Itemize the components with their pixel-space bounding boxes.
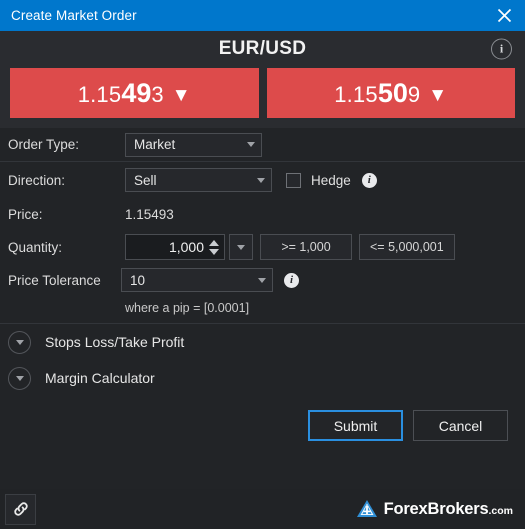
chevron-down-icon: [15, 375, 24, 381]
watermark-text: ForexBrokers.com: [384, 500, 513, 519]
hedge-label: Hedge: [311, 172, 351, 188]
hedge-checkbox[interactable]: [286, 172, 301, 188]
price-tolerance-select[interactable]: 10: [121, 268, 273, 292]
order-type-row: Order Type: Market: [0, 128, 525, 161]
chevron-down-icon: [247, 142, 255, 147]
quantity-dropdown-button[interactable]: [229, 234, 253, 260]
expand-chevron-button[interactable]: [8, 330, 31, 354]
bid-price-button[interactable]: 1.15 49 3 ▼: [10, 68, 259, 118]
pip-note: where a pip = [0.0001]: [125, 301, 250, 315]
price-tolerance-row: Price Tolerance 10 i: [0, 264, 525, 296]
hedge-checkbox-wrap[interactable]: Hedge: [286, 172, 351, 188]
quantity-label: Quantity:: [8, 239, 63, 255]
order-type-label: Order Type:: [8, 137, 80, 152]
create-market-order-dialog: Create Market Order EUR/USD i 1.15 49 3 ▼ 1…: [0, 0, 525, 529]
direction-value: Sell: [134, 172, 157, 188]
link-icon[interactable]: [5, 493, 36, 525]
section-margin-calculator[interactable]: Margin Calculator: [0, 360, 525, 396]
quantity-input[interactable]: 1,000: [125, 234, 225, 260]
price-label: Price:: [8, 206, 43, 222]
ask-prefix: 1.15: [334, 81, 378, 107]
spinner-down-icon[interactable]: [209, 248, 219, 255]
close-icon[interactable]: [492, 4, 516, 28]
watermark-tld: .com: [488, 504, 513, 517]
quantity-value: 1,000: [168, 239, 204, 255]
chevron-down-icon: [258, 277, 266, 283]
ask-suffix: 9: [407, 81, 421, 107]
hedge-info-icon[interactable]: i: [361, 172, 377, 188]
bid-pips: 49: [121, 77, 152, 108]
bid-price-text: 1.15 49 3 ▼: [78, 78, 191, 109]
price-row-field: Price: 1.15493: [0, 198, 525, 230]
bid-down-arrow-icon: ▼: [171, 84, 191, 106]
quantity-stepper[interactable]: 1,000: [125, 234, 253, 260]
section-label: Stops Loss/Take Profit: [45, 334, 185, 350]
order-type-select[interactable]: Market: [125, 132, 262, 157]
dialog-titlebar: Create Market Order: [0, 0, 525, 31]
bid-suffix: 3: [151, 81, 164, 107]
quantity-min-button[interactable]: >= 1,000: [260, 234, 352, 260]
price-tolerance-label: Price Tolerance: [8, 272, 101, 288]
ask-price-text: 1.15 50 9 ▼: [334, 78, 447, 109]
submit-button[interactable]: Submit: [308, 410, 403, 441]
info-icon[interactable]: i: [491, 38, 512, 59]
price-tolerance-value: 10: [130, 272, 146, 288]
ask-down-arrow-icon: ▼: [428, 84, 448, 106]
bottom-bar: ForexBrokers.com: [0, 489, 525, 529]
chevron-down-icon: [237, 244, 245, 250]
ask-pips: 50: [377, 77, 408, 108]
section-stops-loss-take-profit[interactable]: Stops Loss/Take Profit: [0, 324, 525, 360]
cancel-button[interactable]: Cancel: [413, 410, 508, 441]
ask-price-button[interactable]: 1.15 50 9 ▼: [266, 68, 515, 118]
order-form: Order Type: Market Direction: Sell Hedge…: [0, 128, 525, 489]
expand-chevron-button[interactable]: [8, 366, 31, 390]
bid-prefix: 1.15: [77, 81, 122, 107]
quantity-max-button[interactable]: <= 5,000,001: [359, 234, 455, 260]
forexbrokers-watermark: ForexBrokers.com: [356, 499, 513, 519]
chevron-down-icon: [15, 339, 24, 345]
direction-label: Direction:: [8, 172, 66, 188]
forexbrokers-triangle-logo: [356, 500, 377, 517]
direction-row: Direction: Sell Hedge i: [0, 162, 525, 198]
currency-pair-label: EUR/USD: [218, 37, 307, 59]
quantity-row: Quantity: 1,000 >= 1,000 <= 5,000,001: [0, 230, 525, 264]
price-value: 1.15493: [125, 206, 174, 222]
dialog-title: Create Market Order: [11, 8, 137, 23]
order-type-value: Market: [134, 137, 176, 152]
spinner-up-icon[interactable]: [209, 239, 219, 246]
quote-header: EUR/USD i 1.15 49 3 ▼ 1.15 50 9 ▼: [0, 31, 525, 128]
watermark-name: ForexBrokers: [383, 499, 489, 518]
price-row: 1.15 49 3 ▼ 1.15 50 9 ▼: [0, 66, 525, 128]
dialog-actions: Submit Cancel: [0, 396, 525, 441]
direction-select[interactable]: Sell: [125, 168, 272, 192]
chevron-down-icon: [257, 177, 265, 183]
pair-row: EUR/USD i: [0, 31, 525, 66]
price-tolerance-info-icon[interactable]: i: [284, 272, 299, 288]
section-label: Margin Calculator: [45, 370, 155, 386]
quantity-spinner-arrows[interactable]: [209, 239, 221, 255]
